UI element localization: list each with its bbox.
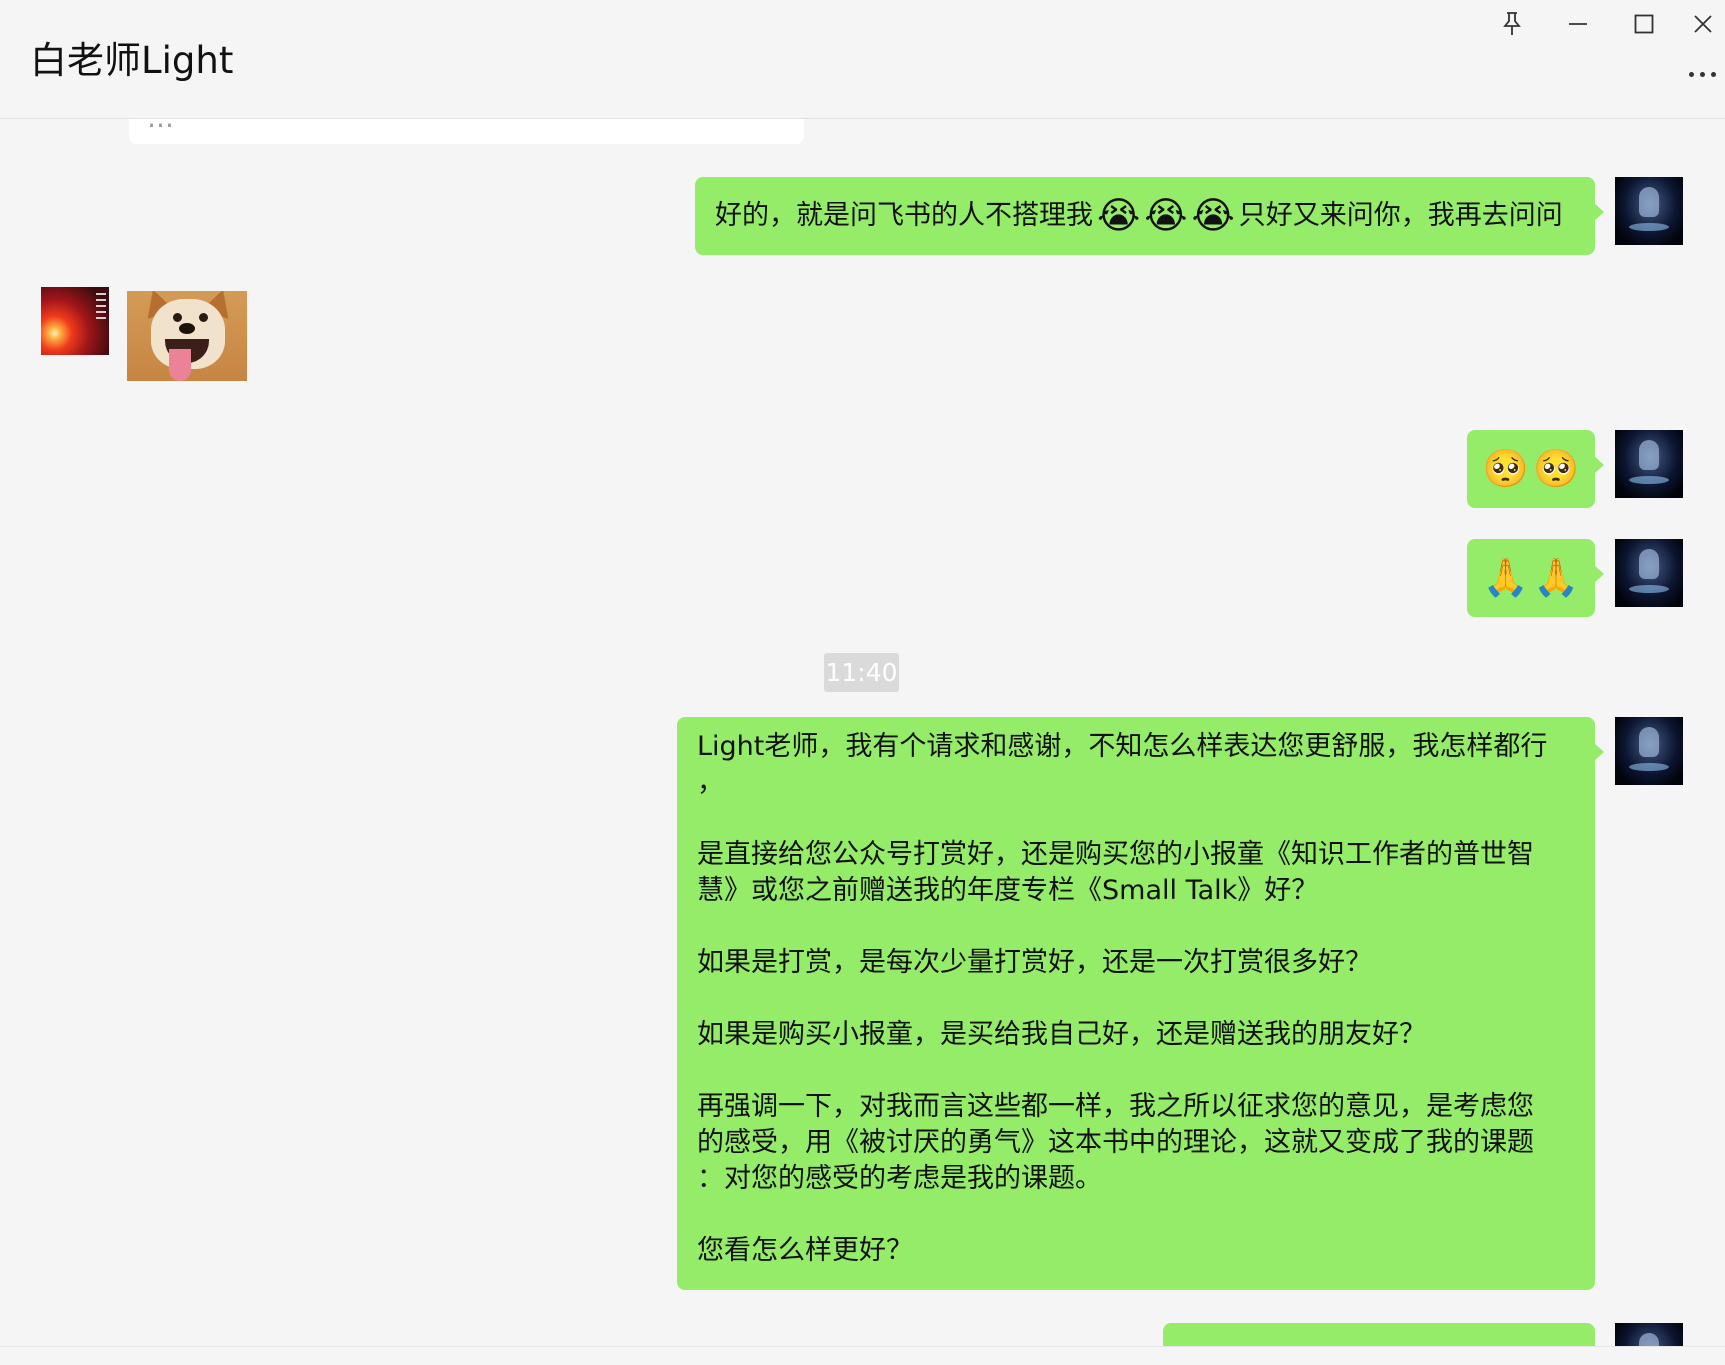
minimize-icon [1569,23,1587,25]
crying-emoji: 😭 [1097,194,1141,237]
maximize-button[interactable] [1614,4,1674,44]
more-button[interactable] [1680,60,1725,88]
message-list[interactable]: … 好的，就是问飞书的人不搭理我 😭 😭 😭 只好又来问你，我再去问问 [0,119,1725,1346]
message-text: … [1163,1323,1595,1346]
crying-emoji: 😭 [1144,194,1188,237]
message-text: 好的，就是问飞书的人不搭理我 [715,200,1093,231]
shiba-dog-sticker[interactable] [127,291,247,381]
chat-window: 白老师Light … [0,0,1725,1365]
avatar[interactable] [1615,430,1683,498]
avatar[interactable] [1615,177,1683,245]
message-text: Light老师，我有个请求和感谢，不知怎么样表达您更舒服，我怎样都行 ， 是直接… [697,731,1548,1266]
timestamp: 11:40 [824,653,899,692]
message-bubble-sent[interactable]: … [1163,1323,1595,1346]
avatar[interactable] [1615,539,1683,607]
input-area-edge [0,1346,1725,1365]
pin-icon [1503,12,1521,35]
avatar[interactable] [41,287,109,355]
close-icon [1693,15,1712,33]
avatar[interactable] [1615,1323,1683,1346]
crying-emoji: 😭 [1191,194,1235,237]
folded-hands-emoji: 🙏 [1533,556,1580,599]
message-bubble-received[interactable]: … [129,119,804,144]
folded-hands-emoji: 🙏 [1482,556,1529,599]
minimize-button[interactable] [1548,4,1608,44]
message-bubble-sent[interactable]: 🥺 🥺 [1467,430,1604,508]
message-bubble-sent[interactable]: Light老师，我有个请求和感谢，不知怎么样表达您更舒服，我怎样都行 ， 是直接… [677,717,1604,1290]
maximize-icon [1634,14,1654,34]
message-text: 只好又来问你，我再去问问 [1238,200,1563,231]
pin-button[interactable] [1482,4,1542,44]
more-icon [1689,71,1694,77]
message-bubble-sent[interactable]: 好的，就是问飞书的人不搭理我 😭 😭 😭 只好又来问你，我再去问问 [695,177,1604,255]
chat-title: 白老师Light [30,39,234,82]
chat-header: 白老师Light [0,0,1725,119]
close-button[interactable] [1680,4,1725,44]
pleading-face-emoji: 🥺 [1482,447,1529,490]
pleading-face-emoji: 🥺 [1533,447,1580,490]
avatar[interactable] [1615,717,1683,785]
message-bubble-sent[interactable]: 🙏 🙏 [1467,539,1604,617]
